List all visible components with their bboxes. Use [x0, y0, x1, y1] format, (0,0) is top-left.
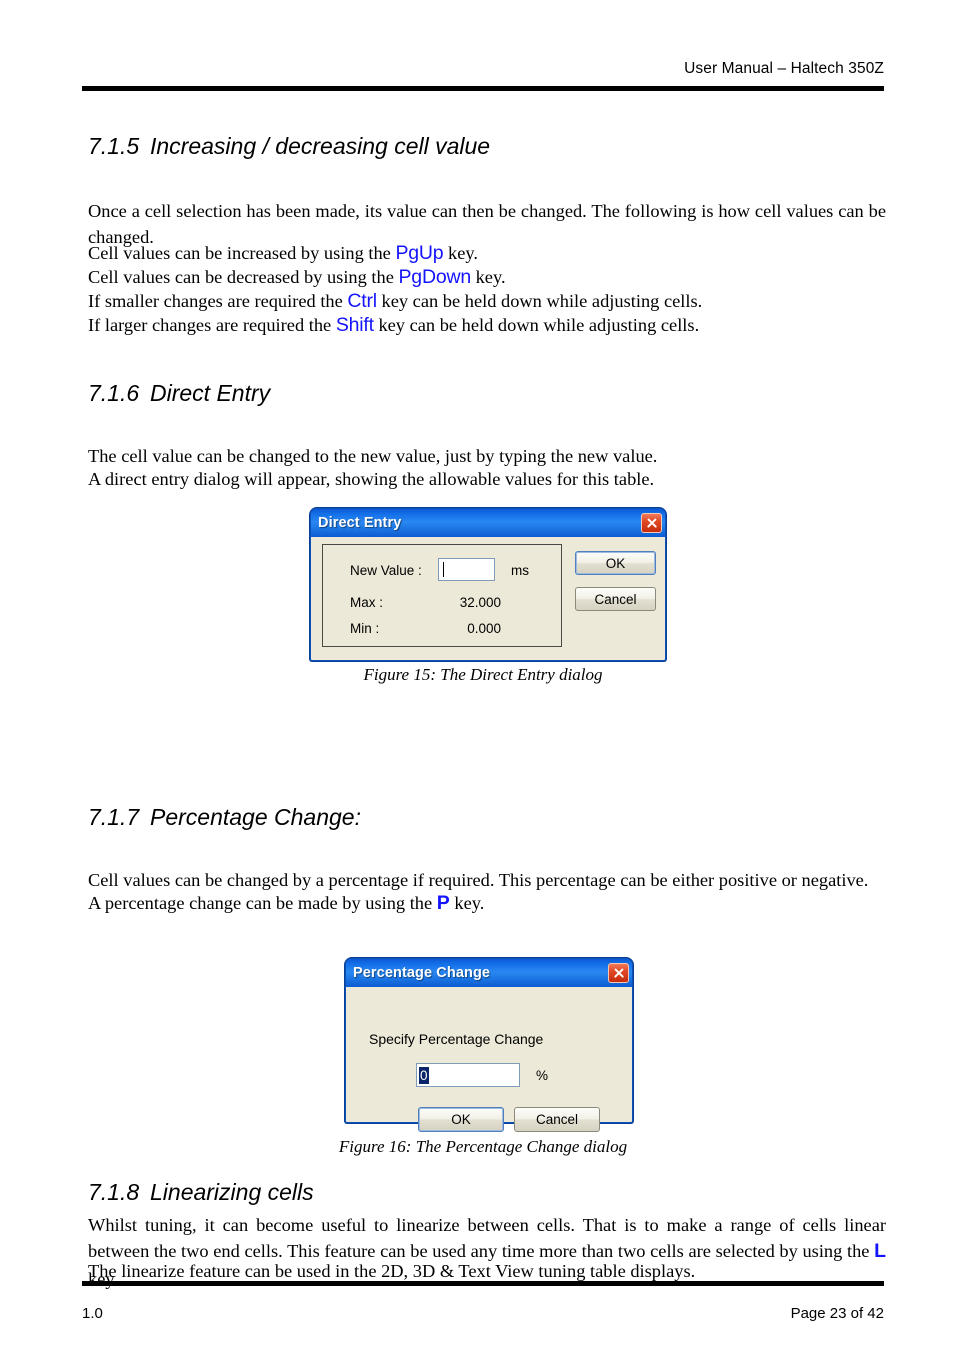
heading-7-1-6: 7.1.6 Direct Entry: [88, 380, 271, 406]
key-ctrl: Ctrl: [347, 290, 377, 312]
key-p: P: [436, 892, 450, 914]
percentage-change-dialog[interactable]: Percentage Change Specify Percentage Cha…: [345, 958, 633, 1132]
header-title: User Manual – Haltech 350Z: [684, 60, 884, 77]
heading-7-1-8: 7.1.8 Linearizing cells: [88, 1179, 314, 1205]
text-caret: [443, 562, 444, 577]
percentage-cancel-button[interactable]: Cancel: [514, 1107, 600, 1132]
header-rule: [82, 86, 884, 91]
page-header: User Manual – Haltech 350Z: [82, 60, 884, 79]
pgdown-line-post: key.: [471, 267, 506, 287]
heading-7-1-7-number: 7.1.7: [88, 804, 140, 830]
page-footer: 1.0 Page 23 of 42: [82, 1305, 884, 1322]
pgdown-line-pre: Cell values can be decreased by using th…: [88, 267, 399, 287]
para-7-1-5-shift: If larger changes are required the Shift…: [88, 312, 886, 340]
shift-line-pre: If larger changes are required the: [88, 315, 336, 335]
heading-7-1-7-title: Percentage Change:: [150, 804, 361, 830]
footer-page-number: Page 23 of 42: [790, 1305, 884, 1322]
direct-entry-title: Direct Entry: [318, 515, 402, 531]
percentage-input[interactable]: 0: [416, 1063, 520, 1087]
heading-7-1-5-title: Increasing / decreasing cell value: [150, 133, 491, 159]
p-key-line-pre: A percentage change can be made by using…: [88, 893, 437, 913]
min-value: 0.000: [467, 621, 501, 636]
new-value-input[interactable]: [438, 558, 495, 581]
footer-rule: [82, 1281, 884, 1286]
direct-entry-body: New Value : ms Max : 32.000 Min : 0.000 …: [311, 537, 665, 660]
heading-7-1-8-title: Linearizing cells: [150, 1179, 314, 1205]
percentage-unit: %: [536, 1068, 549, 1083]
linearize-para-pre: Whilst tuning, it can become useful to l…: [88, 1215, 886, 1262]
new-value-label: New Value :: [350, 563, 422, 578]
percentage-ok-button[interactable]: OK: [418, 1107, 504, 1132]
para-7-1-7-line2: A percentage change can be made by using…: [88, 890, 886, 918]
figure-16-caption: Figure 16: The Percentage Change dialog: [338, 1137, 628, 1156]
p-key-line-post: key.: [449, 893, 485, 913]
heading-7-1-6-number: 7.1.6: [88, 380, 140, 406]
percentage-change-body: Specify Percentage Change 0 % OK Cancel: [346, 987, 632, 1132]
footer-version: 1.0: [82, 1305, 103, 1322]
figure-15-caption: Figure 15: The Direct Entry dialog: [363, 665, 603, 684]
ctrl-line-pre: If smaller changes are required the: [88, 291, 348, 311]
heading-7-1-7: 7.1.7 Percentage Change:: [88, 804, 361, 830]
min-label: Min :: [350, 621, 380, 636]
ctrl-line-post: key can be held down while adjusting cel…: [376, 291, 703, 311]
direct-entry-ok-button[interactable]: OK: [575, 551, 656, 575]
direct-entry-values-panel: New Value : ms Max : 32.000 Min : 0.000: [322, 544, 562, 647]
heading-7-1-8-number: 7.1.8: [88, 1179, 140, 1205]
para-7-1-6-line2: A direct entry dialog will appear, showi…: [88, 469, 655, 489]
max-value: 32.000: [459, 595, 501, 610]
heading-7-1-5: 7.1.5 Increasing / decreasing cell value: [88, 133, 491, 159]
close-icon[interactable]: [608, 963, 629, 983]
pgup-line-pre: Cell values can be increased by using th…: [88, 243, 396, 263]
max-label: Max :: [350, 595, 384, 610]
shift-line-post: key can be held down while adjusting cel…: [373, 315, 700, 335]
percentage-input-text: 0: [419, 1066, 429, 1084]
percentage-prompt: Specify Percentage Change: [369, 1031, 544, 1047]
key-shift: Shift: [335, 314, 374, 336]
new-value-unit: ms: [511, 563, 529, 578]
pgup-line-post: key.: [443, 243, 478, 263]
key-pgdown: PgDown: [398, 266, 472, 288]
document-page: User Manual – Haltech 350Z 7.1.5 Increasi…: [0, 0, 954, 1351]
direct-entry-titlebar[interactable]: Direct Entry: [311, 509, 665, 537]
heading-7-1-5-number: 7.1.5: [88, 133, 140, 159]
direct-entry-dialog[interactable]: Direct Entry New Value : ms Max : 32.000…: [310, 508, 666, 661]
heading-7-1-6-title: Direct Entry: [150, 380, 271, 406]
percentage-change-titlebar[interactable]: Percentage Change: [346, 959, 632, 987]
key-pgup: PgUp: [395, 242, 444, 264]
direct-entry-cancel-button[interactable]: Cancel: [575, 587, 656, 611]
close-icon[interactable]: [641, 513, 662, 533]
percentage-change-title: Percentage Change: [353, 965, 491, 981]
